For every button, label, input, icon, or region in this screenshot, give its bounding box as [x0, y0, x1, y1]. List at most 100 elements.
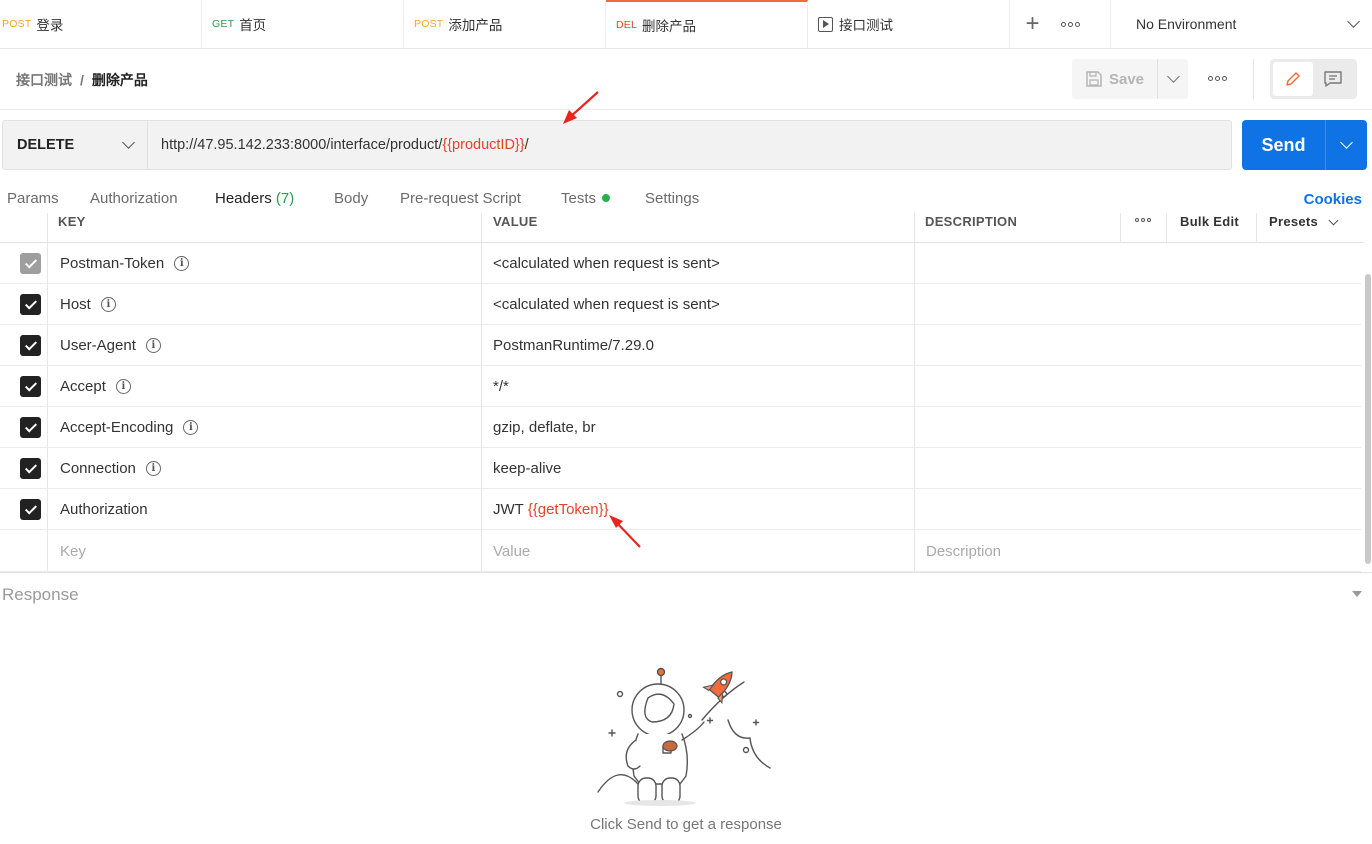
- tab-add-product[interactable]: POST 添加产品: [404, 0, 606, 48]
- bulk-edit-button[interactable]: Bulk Edit: [1180, 214, 1239, 229]
- info-icon[interactable]: i: [183, 420, 199, 435]
- table-row: Host i <calculated when request is sent>: [0, 284, 1361, 325]
- header-value-prefix: JWT: [493, 501, 528, 518]
- tab-prerequest-script[interactable]: Pre-request Script: [400, 190, 521, 207]
- edit-mode-button[interactable]: [1273, 62, 1313, 96]
- more-actions-icon[interactable]: [1208, 76, 1227, 81]
- new-description-input[interactable]: Description: [926, 543, 1001, 560]
- header-key-text: Host: [60, 296, 91, 313]
- tab-label: 删除产品: [642, 19, 697, 34]
- info-icon[interactable]: i: [145, 338, 161, 353]
- chevron-down-icon: [1347, 15, 1360, 28]
- table-row: Postman-Token i <calculated when request …: [0, 243, 1361, 284]
- headers-count: (7): [275, 190, 295, 207]
- caret-down-icon[interactable]: [1352, 591, 1362, 597]
- header-key[interactable]: Accept-Encoding i: [60, 419, 199, 436]
- info-icon[interactable]: i: [115, 379, 131, 394]
- url-suffix: /: [524, 137, 529, 153]
- chevron-down-icon: [1340, 136, 1353, 149]
- header-key[interactable]: Accept i: [60, 378, 131, 395]
- header-key[interactable]: User-Agent i: [60, 337, 161, 354]
- table-row: User-Agent i PostmanRuntime/7.29.0: [0, 325, 1361, 366]
- tab-body[interactable]: Body: [334, 190, 368, 207]
- divider: [1166, 213, 1167, 242]
- header-key[interactable]: Postman-Token i: [60, 255, 190, 272]
- row-checkbox[interactable]: [20, 294, 41, 315]
- row-checkbox[interactable]: [20, 253, 41, 274]
- new-key-input[interactable]: Key: [60, 543, 86, 560]
- tab-settings[interactable]: Settings: [645, 190, 699, 207]
- table-row: Connection i keep-alive: [0, 448, 1361, 489]
- send-dropdown-button[interactable]: [1326, 120, 1367, 170]
- header-key-text: Accept: [60, 378, 106, 395]
- send-button[interactable]: Send: [1242, 120, 1326, 170]
- header-value[interactable]: gzip, deflate, br: [493, 419, 596, 436]
- header-value[interactable]: keep-alive: [493, 460, 561, 477]
- table-scrollbar[interactable]: [1364, 222, 1372, 572]
- header-value-variable: {{getToken}}: [527, 501, 609, 518]
- row-checkbox[interactable]: [20, 376, 41, 397]
- url-input[interactable]: http://47.95.142.233:8000/interface/prod…: [148, 121, 529, 169]
- table-row: Accept-Encoding i gzip, deflate, br: [0, 407, 1361, 448]
- divider: [914, 213, 915, 242]
- header-key[interactable]: Authorization: [60, 501, 148, 518]
- tab-method: DEL: [616, 19, 638, 31]
- column-options-icon[interactable]: [1135, 218, 1151, 222]
- response-title: Response: [2, 585, 79, 604]
- runner-icon: [818, 16, 833, 32]
- environment-select[interactable]: No Environment: [1111, 0, 1372, 48]
- header-key[interactable]: Connection i: [60, 460, 161, 477]
- new-tab-plus-icon[interactable]: +: [1010, 0, 1055, 48]
- header-value[interactable]: */*: [493, 378, 509, 395]
- header-key[interactable]: Host i: [60, 296, 116, 313]
- divider: [481, 213, 482, 242]
- tab-delete-product[interactable]: DEL 删除产品: [606, 0, 808, 48]
- chevron-down-icon: [1166, 70, 1180, 83]
- http-method-value: DELETE: [17, 137, 75, 153]
- tab-api-test[interactable]: 接口测试: [808, 0, 1010, 48]
- divider: [1120, 213, 1121, 242]
- row-checkbox[interactable]: [20, 417, 41, 438]
- tab-headers[interactable]: Headers (7): [215, 190, 294, 207]
- tab-more-icon[interactable]: [1061, 21, 1080, 27]
- save-button[interactable]: Save: [1072, 59, 1158, 99]
- header-key-text: Accept-Encoding: [60, 419, 174, 436]
- breadcrumb-current[interactable]: 删除产品: [92, 72, 148, 88]
- info-icon[interactable]: i: [174, 256, 190, 271]
- table-row: Authorization JWT {{getToken}}: [0, 489, 1361, 530]
- tab-params[interactable]: Params: [7, 190, 59, 207]
- tab-authorization[interactable]: Authorization: [90, 190, 178, 207]
- table-row: Accept i */*: [0, 366, 1361, 407]
- tab-actions: +: [1010, 0, 1111, 48]
- header-value[interactable]: PostmanRuntime/7.29.0: [493, 337, 654, 354]
- tab-login[interactable]: POST 登录: [0, 0, 202, 48]
- scrollbar-thumb[interactable]: [1365, 274, 1371, 564]
- header-value[interactable]: <calculated when request is sent>: [493, 296, 720, 313]
- tab-tests-label: Tests: [561, 190, 597, 207]
- save-dropdown-button[interactable]: [1158, 59, 1188, 99]
- info-icon[interactable]: i: [100, 297, 116, 312]
- row-checkbox[interactable]: [20, 499, 41, 520]
- breadcrumb-parent[interactable]: 接口测试: [16, 72, 72, 88]
- column-description: DESCRIPTION: [925, 214, 1018, 229]
- info-icon[interactable]: i: [145, 461, 161, 476]
- url-prefix: http://47.95.142.233:8000/interface/prod…: [161, 137, 443, 153]
- header-key-text: Authorization: [60, 501, 148, 518]
- header-value[interactable]: JWT {{getToken}}: [493, 501, 609, 518]
- row-checkbox[interactable]: [20, 335, 41, 356]
- tab-method: POST: [2, 18, 32, 30]
- cookies-link[interactable]: Cookies: [1304, 191, 1362, 208]
- response-panel-header[interactable]: Response: [0, 572, 1372, 614]
- new-value-input[interactable]: Value: [493, 543, 530, 560]
- tab-headers-label: Headers: [215, 190, 272, 207]
- row-checkbox[interactable]: [20, 458, 41, 479]
- tab-home[interactable]: GET 首页: [202, 0, 404, 48]
- divider: [47, 213, 48, 242]
- header-value[interactable]: <calculated when request is sent>: [493, 255, 720, 272]
- presets-button[interactable]: Presets: [1269, 214, 1339, 229]
- response-hint: Click Send to get a response: [590, 816, 782, 833]
- comments-button[interactable]: [1313, 62, 1353, 96]
- view-mode-toggle: [1270, 59, 1357, 99]
- tab-tests[interactable]: Tests: [561, 190, 611, 207]
- http-method-select[interactable]: DELETE: [3, 121, 148, 169]
